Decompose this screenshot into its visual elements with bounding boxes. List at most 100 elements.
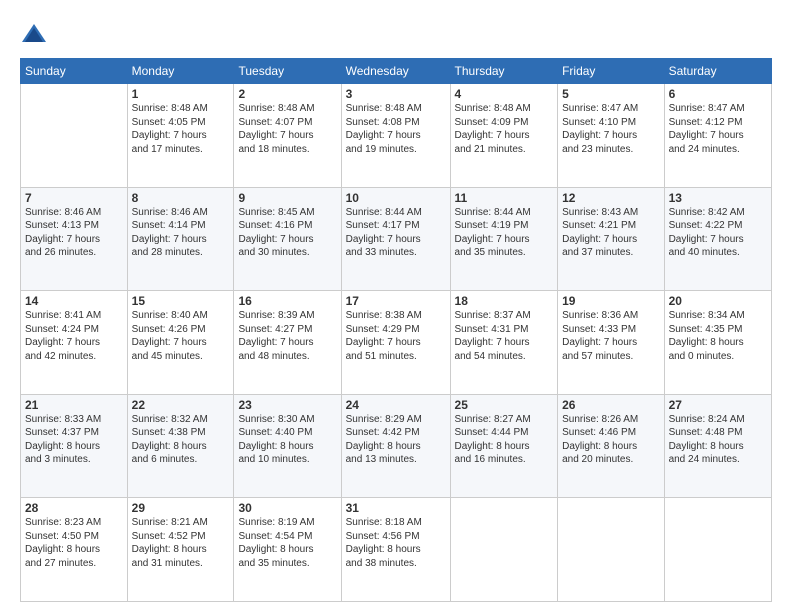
day-cell: 23Sunrise: 8:30 AM Sunset: 4:40 PM Dayli… — [234, 394, 341, 498]
day-cell: 7Sunrise: 8:46 AM Sunset: 4:13 PM Daylig… — [21, 187, 128, 291]
day-cell: 24Sunrise: 8:29 AM Sunset: 4:42 PM Dayli… — [341, 394, 450, 498]
day-number: 12 — [562, 191, 659, 205]
week-row-5: 28Sunrise: 8:23 AM Sunset: 4:50 PM Dayli… — [21, 498, 772, 602]
day-number: 4 — [455, 87, 554, 101]
day-info: Sunrise: 8:47 AM Sunset: 4:10 PM Dayligh… — [562, 102, 659, 156]
day-info: Sunrise: 8:40 AM Sunset: 4:26 PM Dayligh… — [132, 309, 230, 363]
day-cell: 10Sunrise: 8:44 AM Sunset: 4:17 PM Dayli… — [341, 187, 450, 291]
day-info: Sunrise: 8:37 AM Sunset: 4:31 PM Dayligh… — [455, 309, 554, 363]
day-info: Sunrise: 8:38 AM Sunset: 4:29 PM Dayligh… — [346, 309, 446, 363]
day-cell: 28Sunrise: 8:23 AM Sunset: 4:50 PM Dayli… — [21, 498, 128, 602]
header-sunday: Sunday — [21, 59, 128, 84]
day-number: 19 — [562, 294, 659, 308]
day-cell — [450, 498, 558, 602]
header-wednesday: Wednesday — [341, 59, 450, 84]
day-cell: 12Sunrise: 8:43 AM Sunset: 4:21 PM Dayli… — [558, 187, 664, 291]
day-cell: 1Sunrise: 8:48 AM Sunset: 4:05 PM Daylig… — [127, 84, 234, 188]
day-info: Sunrise: 8:48 AM Sunset: 4:09 PM Dayligh… — [455, 102, 554, 156]
day-number: 6 — [669, 87, 767, 101]
day-cell: 18Sunrise: 8:37 AM Sunset: 4:31 PM Dayli… — [450, 291, 558, 395]
header-tuesday: Tuesday — [234, 59, 341, 84]
day-info: Sunrise: 8:30 AM Sunset: 4:40 PM Dayligh… — [238, 413, 336, 467]
day-number: 8 — [132, 191, 230, 205]
day-cell: 14Sunrise: 8:41 AM Sunset: 4:24 PM Dayli… — [21, 291, 128, 395]
day-number: 3 — [346, 87, 446, 101]
day-cell: 2Sunrise: 8:48 AM Sunset: 4:07 PM Daylig… — [234, 84, 341, 188]
day-cell: 16Sunrise: 8:39 AM Sunset: 4:27 PM Dayli… — [234, 291, 341, 395]
day-info: Sunrise: 8:24 AM Sunset: 4:48 PM Dayligh… — [669, 413, 767, 467]
day-number: 1 — [132, 87, 230, 101]
header-saturday: Saturday — [664, 59, 771, 84]
day-cell — [21, 84, 128, 188]
day-cell: 4Sunrise: 8:48 AM Sunset: 4:09 PM Daylig… — [450, 84, 558, 188]
day-cell: 25Sunrise: 8:27 AM Sunset: 4:44 PM Dayli… — [450, 394, 558, 498]
day-info: Sunrise: 8:41 AM Sunset: 4:24 PM Dayligh… — [25, 309, 123, 363]
day-number: 26 — [562, 398, 659, 412]
day-cell: 21Sunrise: 8:33 AM Sunset: 4:37 PM Dayli… — [21, 394, 128, 498]
day-cell: 20Sunrise: 8:34 AM Sunset: 4:35 PM Dayli… — [664, 291, 771, 395]
day-number: 13 — [669, 191, 767, 205]
day-cell: 29Sunrise: 8:21 AM Sunset: 4:52 PM Dayli… — [127, 498, 234, 602]
day-info: Sunrise: 8:48 AM Sunset: 4:07 PM Dayligh… — [238, 102, 336, 156]
day-number: 9 — [238, 191, 336, 205]
day-info: Sunrise: 8:27 AM Sunset: 4:44 PM Dayligh… — [455, 413, 554, 467]
logo — [20, 20, 52, 48]
day-info: Sunrise: 8:21 AM Sunset: 4:52 PM Dayligh… — [132, 516, 230, 570]
day-number: 25 — [455, 398, 554, 412]
day-cell — [558, 498, 664, 602]
day-info: Sunrise: 8:46 AM Sunset: 4:14 PM Dayligh… — [132, 206, 230, 260]
day-cell: 5Sunrise: 8:47 AM Sunset: 4:10 PM Daylig… — [558, 84, 664, 188]
day-number: 15 — [132, 294, 230, 308]
day-info: Sunrise: 8:39 AM Sunset: 4:27 PM Dayligh… — [238, 309, 336, 363]
day-number: 21 — [25, 398, 123, 412]
calendar-header-row: SundayMondayTuesdayWednesdayThursdayFrid… — [21, 59, 772, 84]
day-number: 24 — [346, 398, 446, 412]
week-row-2: 7Sunrise: 8:46 AM Sunset: 4:13 PM Daylig… — [21, 187, 772, 291]
day-cell: 15Sunrise: 8:40 AM Sunset: 4:26 PM Dayli… — [127, 291, 234, 395]
day-info: Sunrise: 8:33 AM Sunset: 4:37 PM Dayligh… — [25, 413, 123, 467]
day-number: 22 — [132, 398, 230, 412]
day-info: Sunrise: 8:42 AM Sunset: 4:22 PM Dayligh… — [669, 206, 767, 260]
day-cell: 26Sunrise: 8:26 AM Sunset: 4:46 PM Dayli… — [558, 394, 664, 498]
day-info: Sunrise: 8:23 AM Sunset: 4:50 PM Dayligh… — [25, 516, 123, 570]
day-number: 18 — [455, 294, 554, 308]
header-monday: Monday — [127, 59, 234, 84]
day-cell: 31Sunrise: 8:18 AM Sunset: 4:56 PM Dayli… — [341, 498, 450, 602]
day-number: 7 — [25, 191, 123, 205]
day-cell: 30Sunrise: 8:19 AM Sunset: 4:54 PM Dayli… — [234, 498, 341, 602]
day-number: 31 — [346, 501, 446, 515]
day-number: 11 — [455, 191, 554, 205]
day-cell: 11Sunrise: 8:44 AM Sunset: 4:19 PM Dayli… — [450, 187, 558, 291]
calendar-table: SundayMondayTuesdayWednesdayThursdayFrid… — [20, 58, 772, 602]
day-info: Sunrise: 8:45 AM Sunset: 4:16 PM Dayligh… — [238, 206, 336, 260]
day-info: Sunrise: 8:18 AM Sunset: 4:56 PM Dayligh… — [346, 516, 446, 570]
day-number: 14 — [25, 294, 123, 308]
day-info: Sunrise: 8:32 AM Sunset: 4:38 PM Dayligh… — [132, 413, 230, 467]
day-info: Sunrise: 8:29 AM Sunset: 4:42 PM Dayligh… — [346, 413, 446, 467]
day-info: Sunrise: 8:47 AM Sunset: 4:12 PM Dayligh… — [669, 102, 767, 156]
day-number: 28 — [25, 501, 123, 515]
day-info: Sunrise: 8:43 AM Sunset: 4:21 PM Dayligh… — [562, 206, 659, 260]
header-thursday: Thursday — [450, 59, 558, 84]
day-cell: 22Sunrise: 8:32 AM Sunset: 4:38 PM Dayli… — [127, 394, 234, 498]
day-cell: 8Sunrise: 8:46 AM Sunset: 4:14 PM Daylig… — [127, 187, 234, 291]
day-number: 2 — [238, 87, 336, 101]
day-info: Sunrise: 8:19 AM Sunset: 4:54 PM Dayligh… — [238, 516, 336, 570]
day-number: 5 — [562, 87, 659, 101]
day-info: Sunrise: 8:44 AM Sunset: 4:17 PM Dayligh… — [346, 206, 446, 260]
day-number: 10 — [346, 191, 446, 205]
header-friday: Friday — [558, 59, 664, 84]
day-info: Sunrise: 8:44 AM Sunset: 4:19 PM Dayligh… — [455, 206, 554, 260]
day-cell: 13Sunrise: 8:42 AM Sunset: 4:22 PM Dayli… — [664, 187, 771, 291]
day-cell — [664, 498, 771, 602]
week-row-3: 14Sunrise: 8:41 AM Sunset: 4:24 PM Dayli… — [21, 291, 772, 395]
day-cell: 19Sunrise: 8:36 AM Sunset: 4:33 PM Dayli… — [558, 291, 664, 395]
day-info: Sunrise: 8:36 AM Sunset: 4:33 PM Dayligh… — [562, 309, 659, 363]
day-info: Sunrise: 8:26 AM Sunset: 4:46 PM Dayligh… — [562, 413, 659, 467]
day-number: 23 — [238, 398, 336, 412]
logo-icon — [20, 20, 48, 48]
day-number: 27 — [669, 398, 767, 412]
day-info: Sunrise: 8:46 AM Sunset: 4:13 PM Dayligh… — [25, 206, 123, 260]
day-info: Sunrise: 8:48 AM Sunset: 4:08 PM Dayligh… — [346, 102, 446, 156]
day-cell: 6Sunrise: 8:47 AM Sunset: 4:12 PM Daylig… — [664, 84, 771, 188]
